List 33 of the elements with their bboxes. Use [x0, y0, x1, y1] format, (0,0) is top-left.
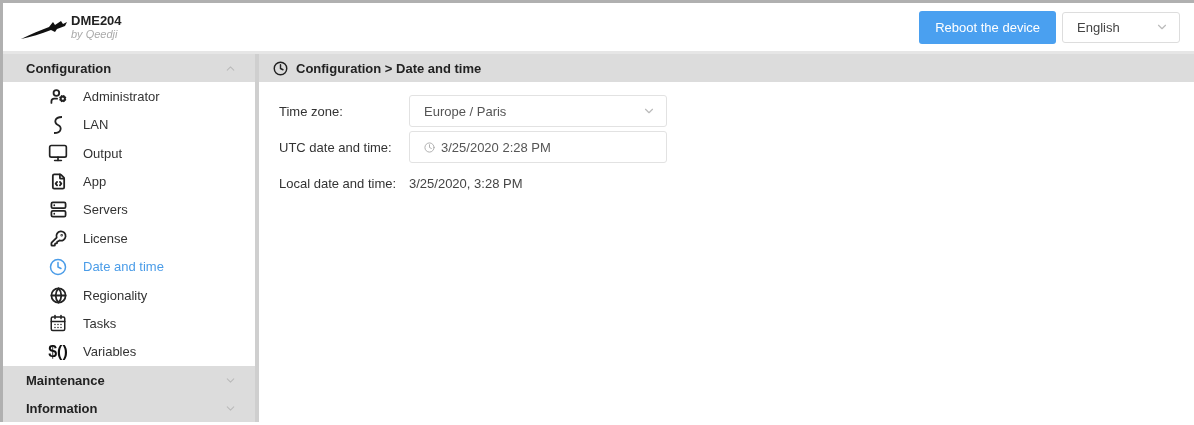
clock-icon	[273, 60, 288, 76]
menu-item[interactable]: Administrator	[3, 82, 255, 111]
section-header[interactable]: Maintenance	[3, 366, 255, 394]
user-gear-icon	[49, 87, 67, 105]
breadcrumb: Configuration > Date and time	[296, 60, 482, 76]
brand-name: DME204	[71, 13, 122, 29]
menu-item[interactable]: Servers	[3, 195, 255, 225]
language-select[interactable]: English	[1062, 11, 1180, 43]
code-file-icon	[49, 172, 67, 190]
menu-item[interactable]: Regionality	[3, 280, 255, 310]
section-header[interactable]: Information	[3, 394, 255, 422]
menu-item[interactable]: Output	[3, 138, 255, 168]
field-label: UTC date and time:	[279, 139, 393, 155]
field-value: 3/25/2020, 3:28 PM	[409, 175, 523, 191]
clock-icon	[424, 141, 435, 153]
menu-item[interactable]: $() Variables	[3, 337, 255, 366]
field-label: Time zone:	[279, 103, 344, 119]
section-header[interactable]: Configuration	[3, 54, 255, 83]
monitor-icon	[48, 143, 68, 164]
datetime-field[interactable]: 3/25/2020 2:28 PM	[409, 131, 667, 164]
server-icon	[49, 201, 67, 219]
brand-byline: by Qeedji	[71, 28, 119, 41]
field-label: Local date and time:	[279, 175, 398, 191]
menu-item[interactable]: Tasks	[3, 309, 255, 338]
menu-item[interactable]: LAN	[3, 110, 255, 139]
dollar-icon: $()	[48, 342, 68, 361]
menu-item[interactable]: App	[3, 167, 255, 196]
globe-icon	[49, 286, 67, 304]
calendar-icon	[49, 314, 67, 333]
timezone-select[interactable]: Europe / Paris	[409, 95, 667, 128]
clock-icon	[49, 257, 67, 276]
menu-item[interactable]: License	[3, 224, 255, 253]
key-icon	[49, 229, 67, 247]
